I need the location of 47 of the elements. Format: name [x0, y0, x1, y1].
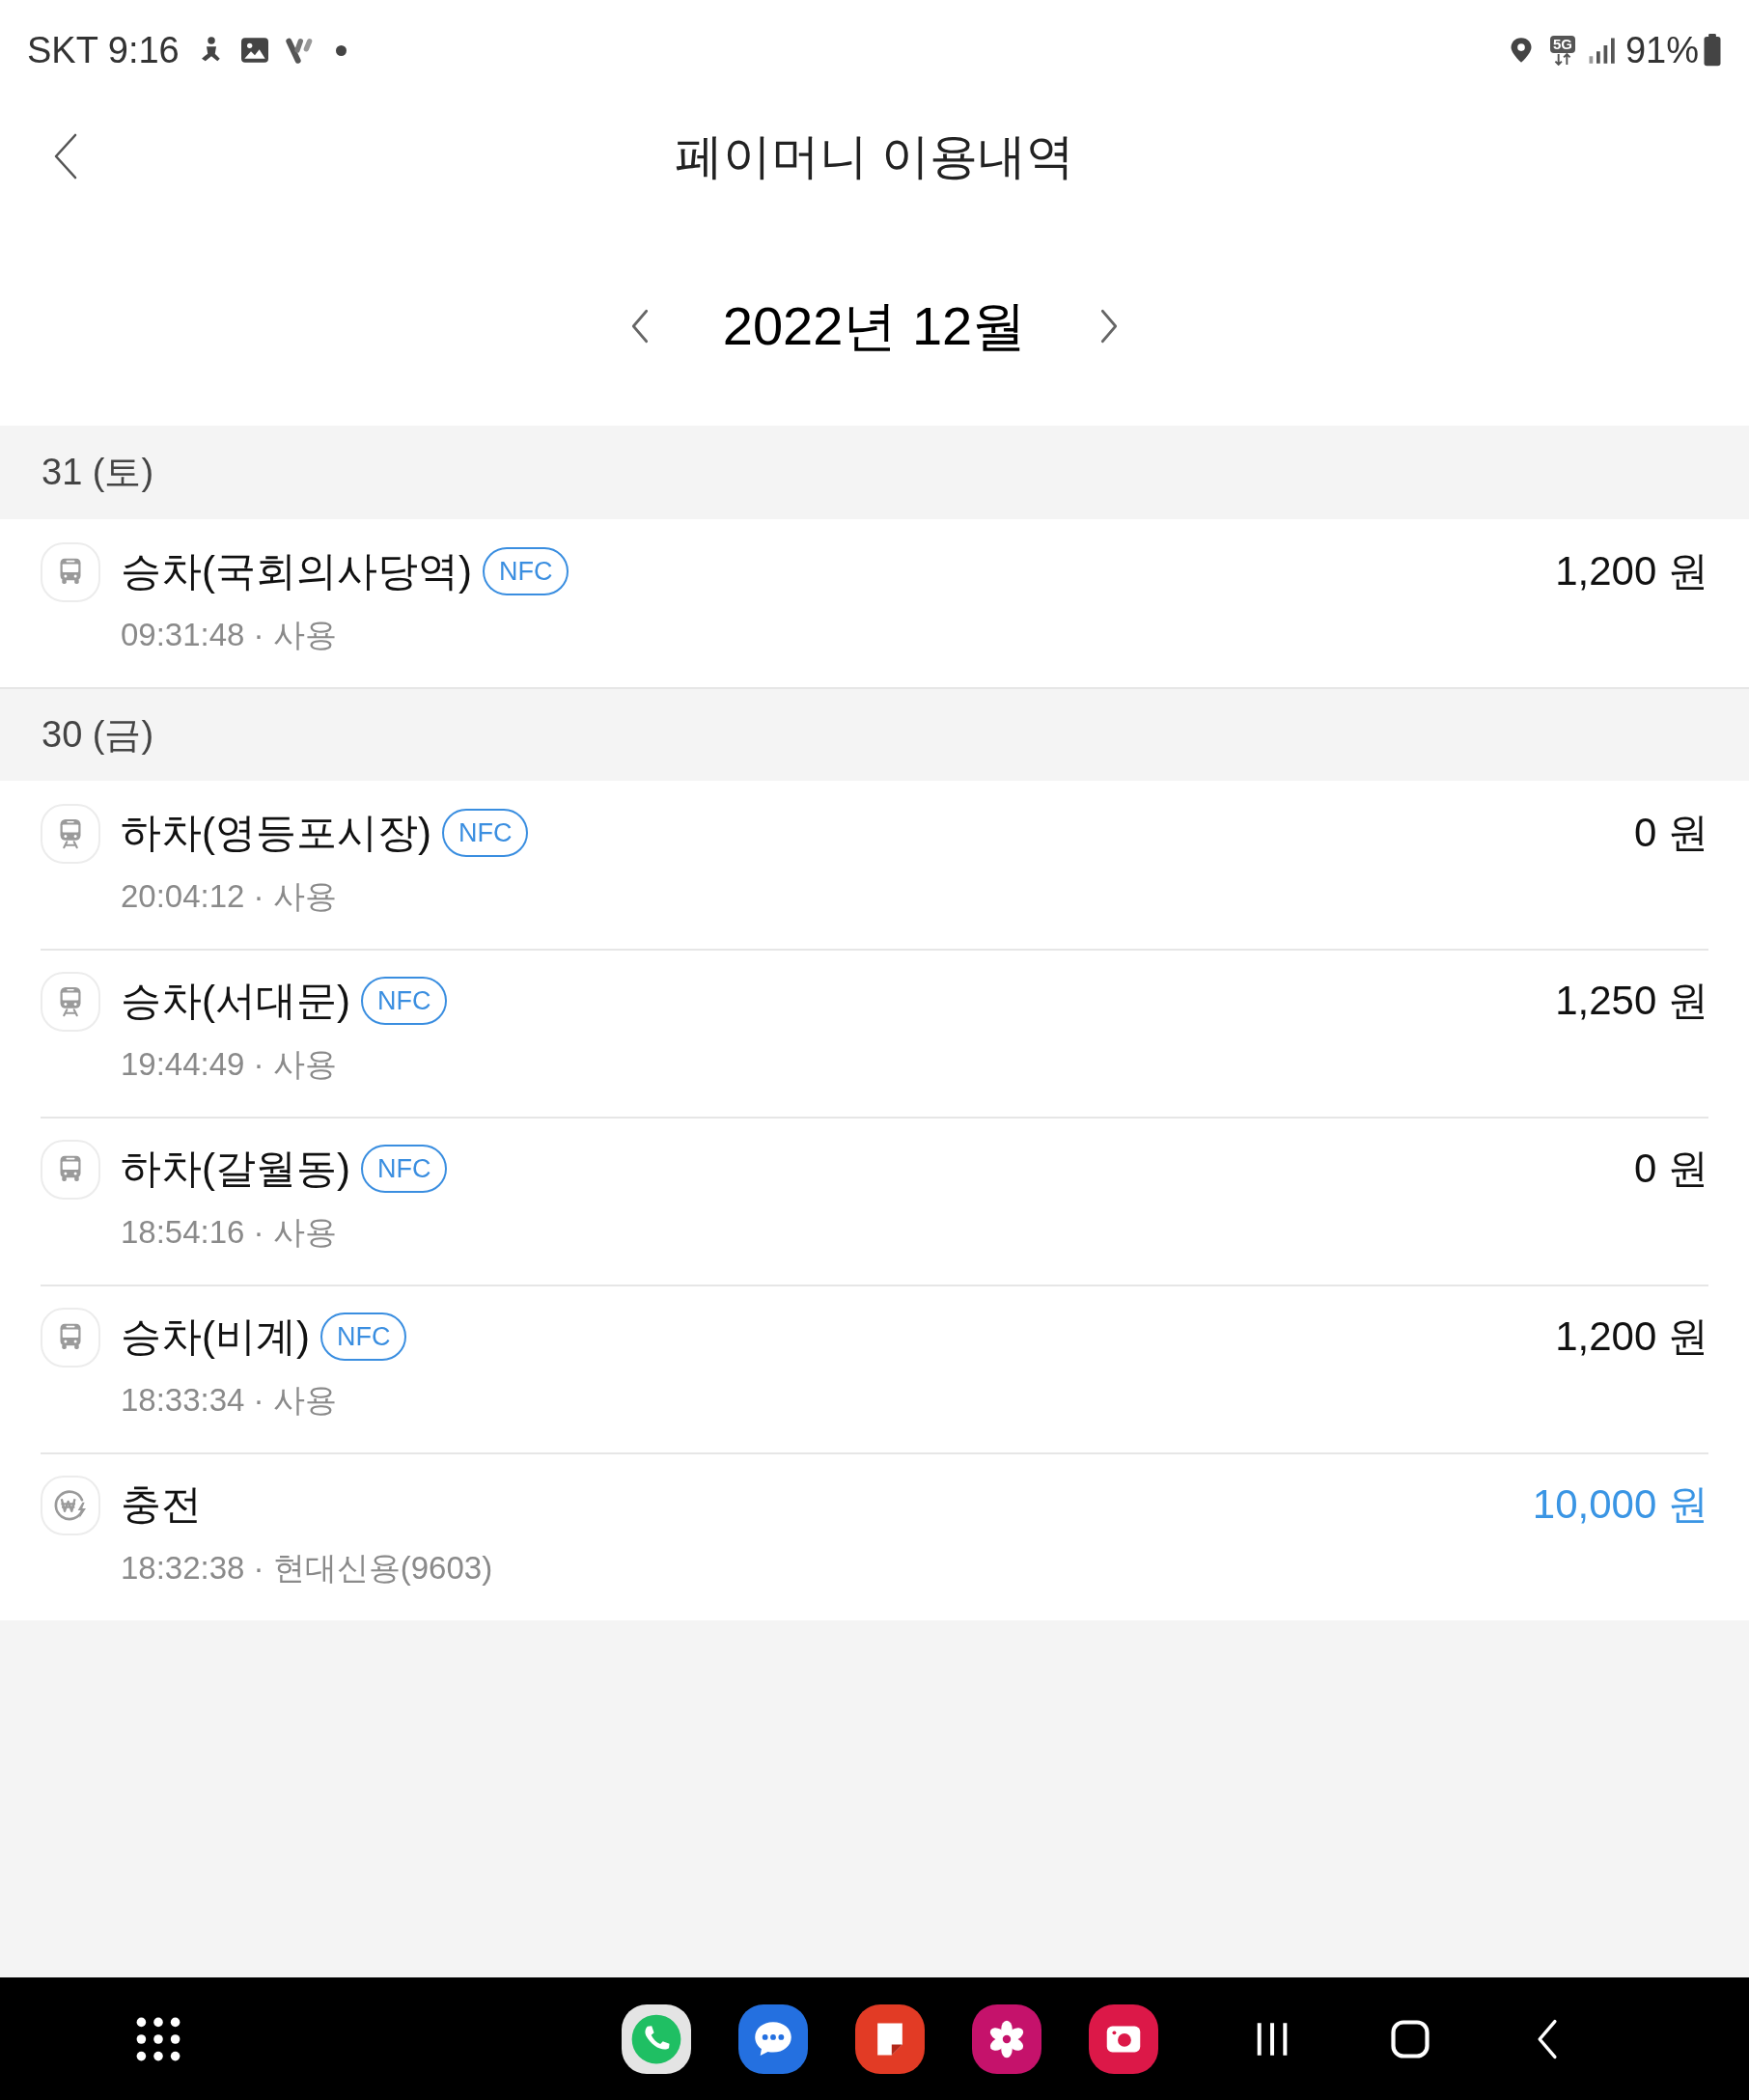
bus-icon: [41, 542, 100, 602]
transaction-amount: 1,250 원: [1555, 977, 1708, 1025]
transaction-title: 승차(서대문): [121, 977, 350, 1025]
back-icon[interactable]: [1537, 2018, 1558, 2059]
transaction-detail: 18:32:38 · 현대신용(9603): [121, 1549, 493, 1588]
date-label: 31 (토): [42, 451, 154, 494]
dot-icon: [335, 44, 347, 56]
transaction-amount: 1,200 원: [1555, 1312, 1708, 1361]
transaction-title: 하차(영등포시장): [121, 809, 431, 857]
carrier-time: SKT 9:16: [27, 32, 180, 69]
date-label: 30 (금): [42, 713, 154, 757]
transaction-detail: 18:33:34 · 사용: [121, 1381, 338, 1420]
transaction-title: 하차(갈월동): [121, 1145, 350, 1193]
camera-icon[interactable]: [1089, 2003, 1158, 2074]
transaction-title: 충전: [121, 1480, 202, 1529]
nfc-tag: NFC: [483, 547, 569, 595]
flower-icon[interactable]: [972, 2003, 1041, 2074]
won-charge-icon: [41, 1476, 100, 1535]
transaction-amount: 0 원: [1633, 1145, 1708, 1193]
transaction-detail: 18:54:16 · 사용: [121, 1213, 338, 1252]
note-icon[interactable]: [855, 2003, 925, 2074]
transaction-detail: 09:31:48 · 사용: [121, 616, 338, 654]
network-type-label: 5G: [1549, 35, 1575, 53]
month-label: 2022년 12월: [722, 293, 1027, 358]
nfc-tag: NFC: [361, 977, 448, 1025]
bus-icon: [41, 1308, 100, 1368]
train-icon: [41, 972, 100, 1032]
nfc-tag: NFC: [320, 1312, 407, 1361]
page-title: 페이머니 이용내역: [675, 127, 1074, 185]
nfc-tag: NFC: [442, 809, 529, 857]
battery-icon: [1703, 34, 1722, 67]
chat-bubble-icon[interactable]: [738, 2003, 808, 2074]
transaction-detail: 20:04:12 · 사용: [121, 877, 338, 916]
train-icon: [41, 804, 100, 864]
transaction-amount: 1,200 원: [1555, 547, 1708, 595]
phone-app-icon[interactable]: [622, 2003, 691, 2074]
transaction-amount: 0 원: [1633, 809, 1708, 857]
transaction-title: 승차(국회의사당역): [121, 547, 472, 595]
transaction-detail: 19:44:49 · 사용: [121, 1045, 338, 1084]
app-grid-icon[interactable]: [135, 2015, 181, 2062]
nfc-tag: NFC: [361, 1145, 448, 1193]
bus-icon: [41, 1140, 100, 1200]
battery-level: 91%: [1624, 32, 1699, 69]
image-icon: [238, 35, 270, 66]
home-icon[interactable]: [1390, 2018, 1430, 2059]
transaction-title: 승차(비계): [121, 1312, 310, 1361]
transaction-amount: 10,000 원: [1532, 1480, 1708, 1529]
